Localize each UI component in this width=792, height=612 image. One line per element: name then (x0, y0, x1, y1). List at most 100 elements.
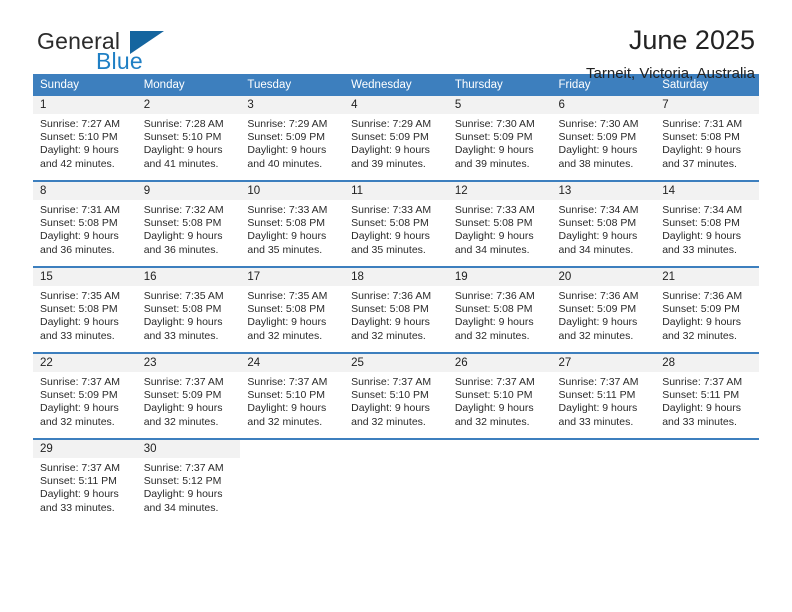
sunset-time: Sunset: 5:08 PM (351, 217, 429, 230)
day-sun-info: Sunrise: 7:36 AM Sunset: 5:09 PM Daylight:… (655, 286, 759, 343)
daylight-line-2: and 33 minutes. (40, 329, 115, 342)
day-number: 5 (447, 96, 552, 114)
calendar-day-cell[interactable]: 20 Sunrise: 7:36 AM Sunset: 5:09 PM Dayligh… (551, 266, 656, 353)
day-cell-inner (655, 440, 759, 524)
day-sun-info: Sunrise: 7:37 AM Sunset: 5:09 PM Daylight:… (33, 372, 137, 429)
sunrise-time: Sunrise: 7:36 AM (351, 290, 432, 302)
calendar-day-cell[interactable]: 15 Sunrise: 7:35 AM Sunset: 5:08 PM Dayligh… (33, 266, 137, 353)
calendar-week-row: 1 Sunrise: 7:27 AM Sunset: 5:10 PM Daylight… (33, 96, 759, 181)
day-number: 29 (33, 440, 137, 458)
daylight-line-1: Daylight: 9 hours (351, 144, 430, 157)
sunset-time: Sunset: 5:08 PM (40, 303, 118, 316)
day-sun-info: Sunrise: 7:31 AM Sunset: 5:08 PM Daylight:… (33, 200, 137, 257)
calendar-day-cell[interactable]: 21 Sunrise: 7:36 AM Sunset: 5:09 PM Dayligh… (655, 266, 759, 353)
calendar-day-cell[interactable]: 4 Sunrise: 7:29 AM Sunset: 5:09 PM Daylight… (344, 96, 448, 181)
calendar-day-cell[interactable]: 6 Sunrise: 7:30 AM Sunset: 5:09 PM Daylight… (551, 96, 656, 181)
sunrise-time: Sunrise: 7:37 AM (143, 462, 224, 474)
day-cell-inner (447, 440, 552, 524)
daylight-line-1: Daylight: 9 hours (351, 230, 430, 243)
sunrise-time: Sunrise: 7:36 AM (558, 290, 639, 302)
column-header-tuesday: Tuesday (240, 74, 345, 96)
day-sun-info: Sunrise: 7:37 AM Sunset: 5:11 PM Daylight:… (552, 372, 656, 429)
calendar-day-cell[interactable]: 13 Sunrise: 7:34 AM Sunset: 5:08 PM Dayligh… (551, 180, 656, 267)
calendar-day-cell[interactable]: 23 Sunrise: 7:37 AM Sunset: 5:09 PM Dayligh… (136, 352, 241, 439)
calendar-day-cell[interactable]: 19 Sunrise: 7:36 AM Sunset: 5:08 PM Dayligh… (447, 266, 552, 353)
day-cell-inner: 2 Sunrise: 7:28 AM Sunset: 5:10 PM Daylight… (136, 96, 241, 180)
calendar-day-cell[interactable]: 30 Sunrise: 7:37 AM Sunset: 5:12 PM Dayligh… (136, 438, 241, 524)
day-cell-inner: 29 Sunrise: 7:37 AM Sunset: 5:11 PM Dayligh… (33, 440, 137, 524)
sunset-time: Sunset: 5:10 PM (454, 389, 533, 402)
day-cell-inner: 4 Sunrise: 7:29 AM Sunset: 5:09 PM Daylight… (344, 96, 448, 180)
day-cell-inner: 5 Sunrise: 7:30 AM Sunset: 5:09 PM Daylight… (447, 96, 552, 180)
sunrise-time: Sunrise: 7:35 AM (40, 290, 120, 302)
sunrise-time: Sunrise: 7:37 AM (454, 376, 535, 388)
day-number: 11 (344, 182, 448, 200)
column-header-sunday: Sunday (33, 74, 137, 96)
calendar-day-cell-empty (447, 438, 552, 524)
day-sun-info: Sunrise: 7:37 AM Sunset: 5:11 PM Daylight:… (655, 372, 759, 429)
day-number: 20 (551, 268, 656, 286)
day-number: 25 (344, 354, 448, 372)
calendar-day-cell[interactable]: 26 Sunrise: 7:37 AM Sunset: 5:10 PM Dayligh… (447, 352, 552, 439)
daylight-line-2: and 41 minutes. (143, 157, 219, 170)
daylight-line-2: and 34 minutes. (454, 243, 530, 256)
calendar-week-row: 8 Sunrise: 7:31 AM Sunset: 5:08 PM Daylight… (33, 180, 759, 267)
sunrise-time: Sunrise: 7:37 AM (40, 376, 120, 388)
daylight-line-1: Daylight: 9 hours (351, 316, 430, 329)
calendar-day-cell[interactable]: 27 Sunrise: 7:37 AM Sunset: 5:11 PM Dayligh… (551, 352, 656, 439)
daylight-line-1: Daylight: 9 hours (662, 402, 742, 415)
day-cell-inner: 15 Sunrise: 7:35 AM Sunset: 5:08 PM Dayligh… (33, 268, 137, 352)
day-number (447, 440, 552, 458)
day-sun-info: Sunrise: 7:29 AM Sunset: 5:09 PM Daylight:… (240, 114, 344, 171)
day-number: 14 (655, 182, 759, 200)
daylight-line-2: and 32 minutes. (351, 415, 426, 428)
calendar-day-cell[interactable]: 12 Sunrise: 7:33 AM Sunset: 5:08 PM Dayligh… (447, 180, 552, 267)
day-number: 24 (240, 354, 345, 372)
day-cell-inner: 18 Sunrise: 7:36 AM Sunset: 5:08 PM Dayligh… (344, 268, 448, 352)
day-number: 28 (655, 354, 759, 372)
calendar-day-cell[interactable]: 18 Sunrise: 7:36 AM Sunset: 5:08 PM Dayligh… (344, 266, 448, 353)
calendar-day-cell[interactable]: 9 Sunrise: 7:32 AM Sunset: 5:08 PM Daylight… (136, 180, 241, 267)
sunset-time: Sunset: 5:08 PM (143, 217, 222, 230)
calendar-day-cell[interactable]: 28 Sunrise: 7:37 AM Sunset: 5:11 PM Dayligh… (655, 352, 759, 439)
calendar-day-cell[interactable]: 22 Sunrise: 7:37 AM Sunset: 5:09 PM Dayligh… (33, 352, 137, 439)
calendar-day-cell[interactable]: 10 Sunrise: 7:33 AM Sunset: 5:08 PM Dayligh… (240, 180, 345, 267)
calendar-day-cell[interactable]: 5 Sunrise: 7:30 AM Sunset: 5:09 PM Daylight… (447, 96, 552, 181)
daylight-line-1: Daylight: 9 hours (247, 144, 327, 157)
calendar-day-cell[interactable]: 2 Sunrise: 7:28 AM Sunset: 5:10 PM Daylight… (136, 96, 241, 181)
sunrise-time: Sunrise: 7:37 AM (247, 376, 328, 388)
daylight-line-2: and 42 minutes. (40, 157, 115, 170)
column-header-monday: Monday (136, 74, 241, 96)
day-sun-info: Sunrise: 7:32 AM Sunset: 5:08 PM Daylight:… (137, 200, 241, 257)
calendar-day-cell[interactable]: 14 Sunrise: 7:34 AM Sunset: 5:08 PM Dayligh… (655, 180, 759, 267)
day-cell-inner (551, 440, 656, 524)
calendar-day-cell[interactable]: 3 Sunrise: 7:29 AM Sunset: 5:09 PM Daylight… (240, 96, 345, 181)
calendar-day-cell[interactable]: 17 Sunrise: 7:35 AM Sunset: 5:08 PM Dayligh… (240, 266, 345, 353)
sunrise-time: Sunrise: 7:37 AM (143, 376, 224, 388)
calendar-day-cell[interactable]: 29 Sunrise: 7:37 AM Sunset: 5:11 PM Dayligh… (33, 438, 137, 524)
calendar-day-cell[interactable]: 1 Sunrise: 7:27 AM Sunset: 5:10 PM Daylight… (33, 96, 137, 181)
calendar-day-cell[interactable]: 25 Sunrise: 7:37 AM Sunset: 5:10 PM Dayligh… (344, 352, 448, 439)
sunset-time: Sunset: 5:08 PM (558, 217, 637, 230)
day-number: 21 (655, 268, 759, 286)
day-sun-info: Sunrise: 7:28 AM Sunset: 5:10 PM Daylight:… (137, 114, 241, 171)
daylight-line-1: Daylight: 9 hours (558, 402, 638, 415)
sunset-time: Sunset: 5:10 PM (143, 131, 222, 144)
daylight-line-2: and 33 minutes. (143, 329, 219, 342)
daylight-line-2: and 39 minutes. (351, 157, 426, 170)
day-sun-info: Sunrise: 7:36 AM Sunset: 5:08 PM Daylight:… (344, 286, 448, 343)
calendar-day-cell[interactable]: 24 Sunrise: 7:37 AM Sunset: 5:10 PM Dayligh… (240, 352, 345, 439)
generalblue-logo[interactable]: General Blue (37, 30, 164, 73)
daylight-line-2: and 36 minutes. (143, 243, 219, 256)
calendar-day-cell[interactable]: 16 Sunrise: 7:35 AM Sunset: 5:08 PM Dayligh… (136, 266, 241, 353)
day-number: 9 (136, 182, 241, 200)
day-number: 15 (33, 268, 137, 286)
sunrise-time: Sunrise: 7:35 AM (247, 290, 328, 302)
day-number: 23 (136, 354, 241, 372)
daylight-line-1: Daylight: 9 hours (143, 488, 223, 501)
calendar-day-cell[interactable]: 7 Sunrise: 7:31 AM Sunset: 5:08 PM Daylight… (655, 96, 759, 181)
calendar-day-cell[interactable]: 8 Sunrise: 7:31 AM Sunset: 5:08 PM Daylight… (33, 180, 137, 267)
calendar-day-cell[interactable]: 11 Sunrise: 7:33 AM Sunset: 5:08 PM Dayligh… (344, 180, 448, 267)
sunrise-time: Sunrise: 7:37 AM (662, 376, 743, 388)
daylight-line-2: and 34 minutes. (558, 243, 634, 256)
